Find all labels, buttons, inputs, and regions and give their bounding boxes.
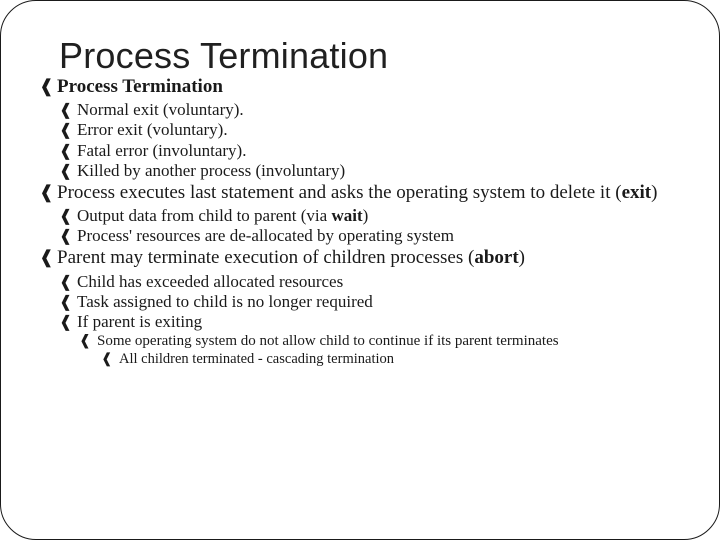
item-text: All children terminated - cascading term…	[119, 351, 394, 367]
bullet-icon: ❰	[79, 333, 97, 350]
section-2-title-kw: exit	[622, 182, 652, 203]
section-heading: ❰Process executes last statement and ask…	[37, 182, 683, 204]
bullet-icon: ❰	[39, 247, 57, 268]
section-3-title-p0: Parent may terminate execution of childr…	[57, 247, 474, 268]
item-text-kw: wait	[331, 206, 362, 225]
item-text: Some operating system do not allow child…	[97, 333, 559, 349]
slide-body: ❰Process Termination ❰Normal exit (volun…	[37, 76, 683, 369]
section-3-title-p2: )	[519, 247, 525, 268]
item-text: Normal exit (voluntary).	[77, 100, 244, 119]
bullet-icon: ❰	[59, 227, 77, 246]
item-text-p2: )	[363, 206, 369, 225]
item-text: Killed by another process (involuntary)	[77, 161, 345, 180]
list-item: ❰Normal exit (voluntary).	[37, 100, 683, 120]
item-text: Error exit (voluntary).	[77, 120, 228, 139]
section-2-title-p0: Process executes last statement and asks…	[57, 182, 622, 203]
bullet-icon: ❰	[59, 162, 77, 181]
section-3-title-kw: abort	[474, 247, 518, 268]
list-item: ❰Task assigned to child is no longer req…	[37, 292, 683, 312]
bullet-icon: ❰	[101, 351, 119, 368]
list-item: ❰Fatal error (involuntary).	[37, 141, 683, 161]
bullet-icon: ❰	[59, 142, 77, 161]
list-item: ❰Error exit (voluntary).	[37, 120, 683, 140]
item-text: Child has exceeded allocated resources	[77, 272, 343, 291]
list-item: ❰Process' resources are de-allocated by …	[37, 226, 683, 246]
section-2-title-p2: )	[651, 182, 657, 203]
item-text: If parent is exiting	[77, 312, 202, 331]
section-heading: ❰Process Termination	[37, 76, 683, 98]
list-item: ❰Killed by another process (involuntary)	[37, 161, 683, 181]
bullet-icon: ❰	[59, 293, 77, 312]
bullet-icon: ❰	[39, 182, 57, 203]
bullet-icon: ❰	[39, 76, 57, 97]
slide-frame: Process Termination ❰Process Termination…	[0, 0, 720, 540]
bullet-icon: ❰	[59, 121, 77, 140]
bullet-icon: ❰	[59, 101, 77, 120]
section-heading: ❰Parent may terminate execution of child…	[37, 247, 683, 269]
slide-title: Process Termination	[59, 35, 683, 77]
list-item: ❰All children terminated - cascading ter…	[37, 351, 683, 369]
list-item: ❰Some operating system do not allow chil…	[37, 332, 683, 350]
bullet-icon: ❰	[59, 207, 77, 226]
list-item: ❰Output data from child to parent (via w…	[37, 206, 683, 226]
bullet-icon: ❰	[59, 273, 77, 292]
item-text: Task assigned to child is no longer requ…	[77, 292, 373, 311]
item-text: Process' resources are de-allocated by o…	[77, 226, 454, 245]
item-text-p0: Output data from child to parent (via	[77, 206, 331, 225]
item-text: Fatal error (involuntary).	[77, 141, 246, 160]
list-item: ❰If parent is exiting	[37, 312, 683, 332]
bullet-icon: ❰	[59, 313, 77, 332]
section-1-title: Process Termination	[57, 76, 223, 97]
list-item: ❰Child has exceeded allocated resources	[37, 272, 683, 292]
